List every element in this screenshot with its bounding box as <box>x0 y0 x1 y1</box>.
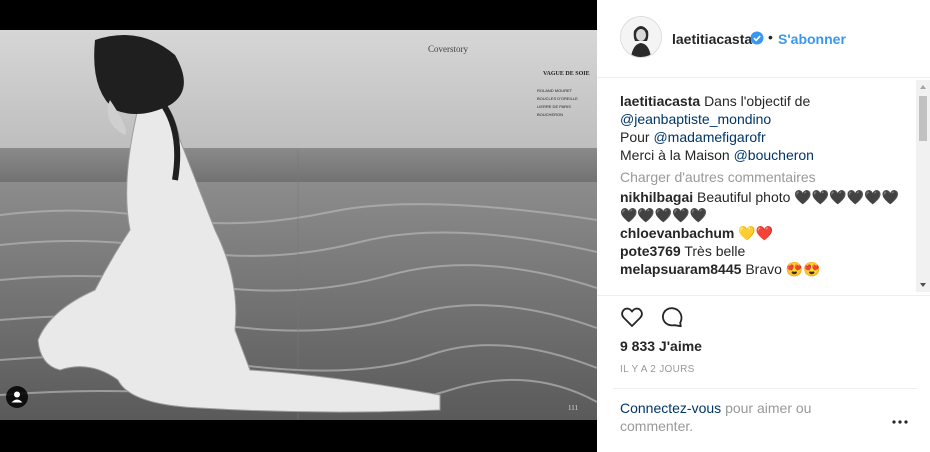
comment-username[interactable]: chloevanbachum <box>620 225 734 241</box>
caption-mention[interactable]: @madamefigarofr <box>653 129 765 145</box>
caption-username[interactable]: laetitiacasta <box>620 93 700 109</box>
comment-username[interactable]: melapsuaram8445 <box>620 261 741 277</box>
comments-section: laetitiacasta Dans l'objectif de @jeanba… <box>620 92 910 292</box>
comment: nikhilbagai Beautiful photo 🖤🖤🖤🖤🖤🖤🖤🖤🖤🖤🖤 <box>620 188 910 224</box>
avatar[interactable] <box>620 16 662 58</box>
post-photo[interactable]: Coverstory VAGUE DE SOIE ROLAND MOURET B… <box>0 30 597 420</box>
login-link[interactable]: Connectez-vous <box>620 400 721 416</box>
heart-icon[interactable] <box>620 305 644 329</box>
caption-text: Pour <box>620 129 650 145</box>
divider <box>597 295 930 296</box>
comment-username[interactable]: nikhilbagai <box>620 189 693 205</box>
post-media-area: Coverstory VAGUE DE SOIE ROLAND MOURET B… <box>0 0 597 452</box>
load-more-comments[interactable]: Charger d'autres commentaires <box>620 168 910 186</box>
magazine-caption-line: ROLAND MOURET <box>537 88 573 93</box>
post-header: laetitiacasta • S'abonner <box>597 0 930 78</box>
comment-text: Bravo 😍😍 <box>745 261 821 277</box>
comment-text: 💛❤️ <box>738 225 774 241</box>
caption-text: Dans l'objectif de <box>704 93 811 109</box>
caption-text: Merci à la Maison <box>620 147 730 163</box>
magazine-page-number: 111 <box>568 404 578 412</box>
post-sidebar: laetitiacasta • S'abonner laetitiacasta … <box>597 0 930 452</box>
caption-mention[interactable]: @jeanbaptiste_mondino <box>620 111 771 127</box>
comment: pote3769 Très belle <box>620 242 910 260</box>
like-count[interactable]: 9 833 J'aime <box>620 338 702 354</box>
verified-badge-icon <box>750 31 764 45</box>
header-separator: • <box>768 29 773 45</box>
caption-mention[interactable]: @boucheron <box>734 147 814 163</box>
comments-scrollbar[interactable] <box>916 80 930 292</box>
magazine-caption-line: LIERRE DE PARIS <box>537 104 571 109</box>
comment: chloevanbachum 💛❤️ <box>620 224 910 242</box>
follow-button[interactable]: S'abonner <box>778 31 846 47</box>
caption: laetitiacasta Dans l'objectif de @jeanba… <box>620 92 910 164</box>
magazine-caption-line: BOUCHERON <box>537 112 563 117</box>
comment-username[interactable]: pote3769 <box>620 243 681 259</box>
comment: melapsuaram8445 Bravo 😍😍 <box>620 260 910 278</box>
magazine-header-text: Coverstory <box>428 44 468 54</box>
header-username[interactable]: laetitiacasta <box>672 31 752 47</box>
photo-illustration: Coverstory VAGUE DE SOIE ROLAND MOURET B… <box>0 30 597 420</box>
magazine-caption-line: BOUCLES D'OREILLE <box>537 96 578 101</box>
comment-icon[interactable] <box>660 305 684 329</box>
comment-text: Très belle <box>684 243 746 259</box>
more-options-icon[interactable] <box>890 414 910 424</box>
divider <box>613 388 918 389</box>
post-timestamp[interactable]: IL Y A 2 JOURS <box>620 364 695 375</box>
user-tag-icon[interactable] <box>6 386 28 408</box>
magazine-caption-title: VAGUE DE SOIE <box>543 71 590 77</box>
login-prompt: Connectez-vous pour aimer ou commenter. <box>620 399 870 435</box>
